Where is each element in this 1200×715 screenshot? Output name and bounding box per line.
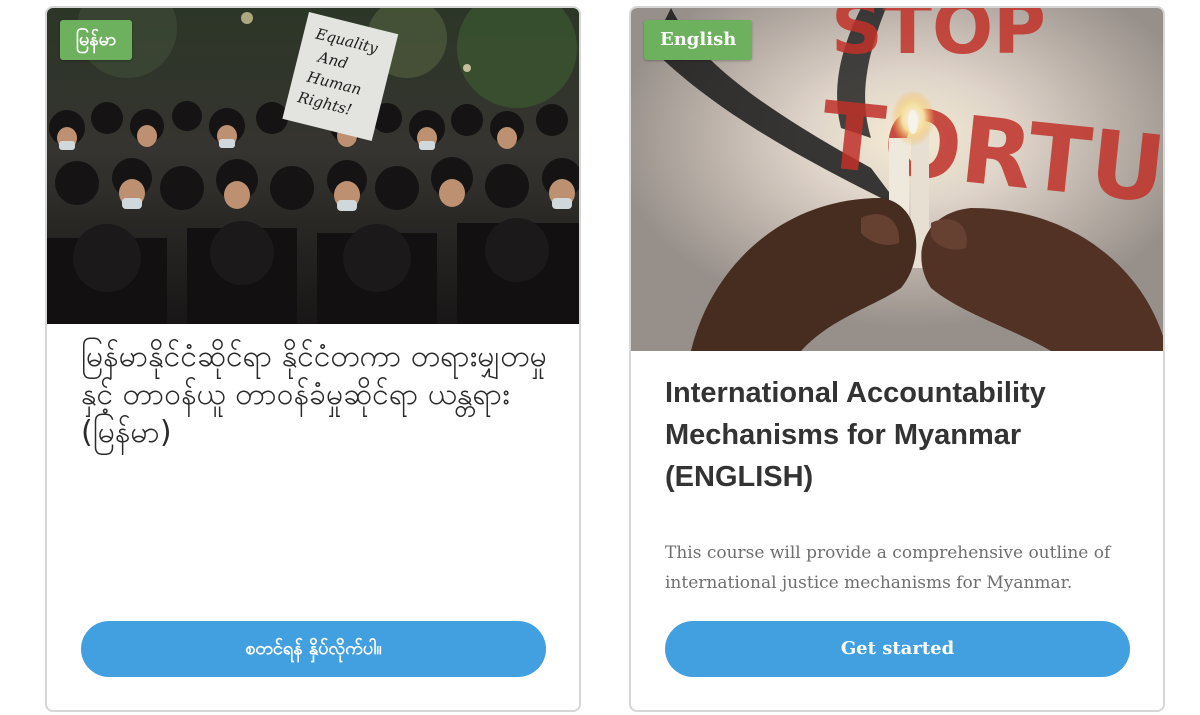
language-badge: မြန်မာ (60, 20, 133, 60)
language-badge: English (644, 20, 753, 60)
course-title[interactable]: မြန်မာနိုင်ငံဆိုင်ရာ နိုင်ငံတကာ တရားမျှတ… (81, 338, 549, 452)
course-card-english[interactable]: STOP TORTURE English International Accou… (629, 6, 1165, 712)
course-card-myanmar[interactable]: Equality And Human Rights! မြန်မာ မြန်မာ… (45, 6, 581, 712)
course-title[interactable]: International Accountability Mechanisms … (665, 372, 1133, 498)
get-started-button[interactable]: Get started (665, 621, 1130, 677)
course-description: This course will provide a comprehensive… (665, 543, 1111, 593)
get-started-button[interactable]: စတင်ရန် နှိပ်လိုက်ပါ။ (81, 621, 546, 677)
